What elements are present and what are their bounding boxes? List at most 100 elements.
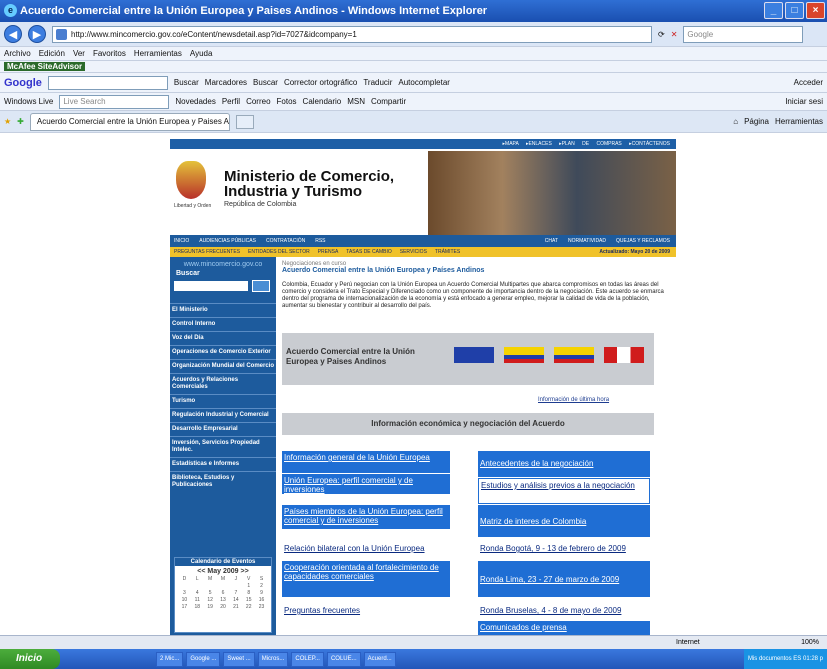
nav-rss[interactable]: RSS (315, 235, 325, 247)
calendar-day[interactable]: 23 (255, 604, 268, 610)
search-input[interactable]: Google (683, 25, 804, 43)
nav-prensa[interactable]: PRENSA (318, 247, 339, 257)
system-tray[interactable]: Mis documentos ES 01:28 p (743, 649, 827, 669)
minimize-button[interactable]: _ (764, 2, 783, 19)
menu-ayuda[interactable]: Ayuda (190, 49, 213, 58)
link-cooperacion[interactable]: Cooperación orientada al fortalecimiento… (282, 561, 450, 597)
calendar-day[interactable]: 22 (242, 604, 255, 610)
add-favorite-icon[interactable]: ✚ (17, 117, 24, 126)
link-info-general[interactable]: Información general de la Unión Europea (282, 451, 450, 473)
calendar-day[interactable]: 10 (178, 597, 191, 603)
url-input[interactable]: http://www.mincomercio.gov.co/eContent/n… (52, 25, 652, 43)
sidebar-item[interactable]: Regulación Industrial y Comercial (170, 408, 276, 422)
top-links[interactable]: ▸MAPA ▸ENLACES ▸PLAN DE COMPRAS ▸CONTÁCT… (170, 139, 676, 149)
sidebar-item[interactable]: El Ministerio (170, 303, 276, 317)
wl-novedades[interactable]: Novedades (175, 97, 215, 106)
calendar-day[interactable]: 4 (191, 590, 204, 596)
menu-archivo[interactable]: Archivo (4, 49, 31, 58)
corrector-button[interactable]: Corrector ortográfico (284, 78, 357, 87)
sidebar-item[interactable]: Desarrollo Empresarial (170, 422, 276, 436)
nav-inicio[interactable]: INICIO (174, 235, 189, 247)
taskbar-item[interactable]: Sweet ... (223, 651, 255, 667)
taskbar-item[interactable]: Micros... (257, 651, 289, 667)
next-month-button[interactable]: >> (241, 568, 249, 575)
wl-calendario[interactable]: Calendario (303, 97, 342, 106)
menu-edicion[interactable]: Edición (39, 49, 65, 58)
live-search-input[interactable]: Live Search (59, 94, 170, 109)
maximize-button[interactable]: □ (785, 2, 804, 19)
zoom-level[interactable]: 100% (801, 636, 819, 649)
wl-perfil[interactable]: Perfil (222, 97, 240, 106)
taskbar-item[interactable]: COLEP... (291, 651, 324, 667)
calendar-day[interactable]: 2 (255, 583, 268, 589)
pagina-menu[interactable]: Página (744, 117, 769, 126)
calendar-day[interactable]: 19 (204, 604, 217, 610)
calendar-day[interactable]: 18 (191, 604, 204, 610)
menu-favoritos[interactable]: Favoritos (93, 49, 126, 58)
link-ue-perfil[interactable]: Unión Europea: perfil comercial y de inv… (282, 474, 450, 494)
wl-fotos[interactable]: Fotos (277, 97, 297, 106)
taskbar-item[interactable]: 2 Mic... (156, 651, 184, 667)
sidebar-item[interactable]: Inversión, Servicios Propiedad Intelec. (170, 436, 276, 457)
forward-button[interactable]: ▶ (28, 25, 46, 43)
link-ronda-bruselas[interactable]: Ronda Bruselas, 4 - 8 de mayo de 2009 (478, 604, 658, 617)
nav-contratacion[interactable]: CONTRATACIÓN (266, 235, 305, 247)
sidebar-item[interactable]: Voz del Día (170, 331, 276, 345)
refresh-icon[interactable]: ⟳ (658, 30, 665, 39)
google-buscar-button[interactable]: Buscar (174, 78, 199, 87)
calendar-day[interactable]: 20 (217, 604, 230, 610)
nav-tramites[interactable]: TRÁMITES (435, 247, 460, 257)
calendar-day[interactable]: 15 (242, 597, 255, 603)
sidebar-item[interactable]: Operaciones de Comercio Exterior (170, 345, 276, 359)
nav-servicios[interactable]: SERVICIOS (400, 247, 427, 257)
taskbar-item[interactable]: Acuerd... (363, 651, 396, 667)
nav-entidades[interactable]: ENTIDADES DEL SECTOR (248, 247, 310, 257)
site-url[interactable]: www.mincomercio.gov.co (170, 257, 276, 268)
new-tab-button[interactable] (235, 114, 254, 129)
wl-msn[interactable]: MSN (347, 97, 365, 106)
link-preguntas-frecuentes[interactable]: Preguntas frecuentes (282, 604, 450, 617)
calendar-day[interactable]: 3 (178, 590, 191, 596)
google-search-input[interactable] (47, 75, 168, 90)
buscar-button[interactable]: Buscar (253, 78, 278, 87)
marcadores-button[interactable]: Marcadores (205, 78, 247, 87)
sidebar-item[interactable]: Estadísticas e Informes (170, 457, 276, 471)
calendar-day[interactable]: 1 (242, 583, 255, 589)
nav-chat[interactable]: CHAT (545, 235, 558, 247)
link-ronda-bogota[interactable]: Ronda Bogotá, 9 - 13 de febrero de 2009 (478, 542, 658, 555)
link-antecedentes[interactable]: Antecedentes de la negociación (478, 451, 650, 477)
ultima-hora-link[interactable]: Información de última hora (538, 397, 609, 403)
iniciar-sesion-button[interactable]: Iniciar sesi (785, 97, 823, 106)
site-search-input[interactable] (174, 281, 248, 291)
sidebar-item[interactable]: Acuerdos y Relaciones Comerciales (170, 373, 276, 394)
back-button[interactable]: ◀ (4, 25, 22, 43)
stop-icon[interactable]: ✕ (671, 30, 678, 39)
home-icon[interactable]: ⌂ (733, 117, 738, 126)
link-ronda-lima[interactable]: Ronda Lima, 23 - 27 de marzo de 2009 (478, 561, 650, 597)
start-button[interactable]: Inicio (0, 649, 60, 669)
calendar-day[interactable]: 11 (191, 597, 204, 603)
link-matriz[interactable]: Matriz de interes de Colombia (478, 505, 650, 537)
calendar-day[interactable]: 6 (217, 590, 230, 596)
taskbar-item[interactable]: Google ... (186, 651, 221, 667)
calendar-day[interactable]: 16 (255, 597, 268, 603)
sidebar-item[interactable]: Organización Mundial del Comercio (170, 359, 276, 373)
acceder-button[interactable]: Acceder (794, 78, 823, 87)
nav-quejas[interactable]: QUEJAS Y RECLAMOS (616, 235, 676, 247)
prev-month-button[interactable]: << (197, 568, 205, 575)
site-search-button[interactable] (252, 280, 270, 292)
herramientas-menu[interactable]: Herramientas (775, 117, 823, 126)
nav-preguntas[interactable]: PREGUNTAS FRECUENTES (174, 247, 240, 257)
nav-normatividad[interactable]: NORMATIVIDAD (568, 235, 606, 247)
favorites-star-icon[interactable]: ★ (4, 117, 11, 126)
taskbar-item[interactable]: COLUE... (326, 651, 361, 667)
calendar-day[interactable]: 8 (242, 590, 255, 596)
calendar-day[interactable]: 12 (204, 597, 217, 603)
calendar-day[interactable]: 13 (217, 597, 230, 603)
traducir-button[interactable]: Traducir (363, 78, 392, 87)
link-paises-miembros[interactable]: Países miembros de la Unión Europea: per… (282, 505, 450, 529)
menu-herramientas[interactable]: Herramientas (134, 49, 182, 58)
sidebar-item[interactable]: Control Interno (170, 317, 276, 331)
calendar-day[interactable]: 5 (204, 590, 217, 596)
menu-ver[interactable]: Ver (73, 49, 85, 58)
